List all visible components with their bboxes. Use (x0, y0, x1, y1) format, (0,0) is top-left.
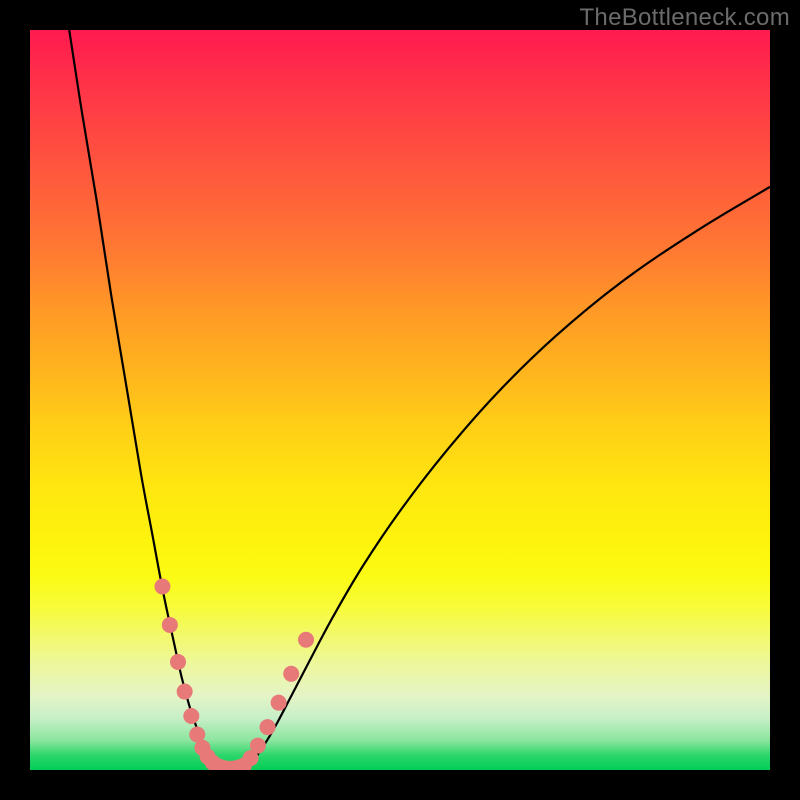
chart-svg (30, 30, 770, 770)
bead (271, 695, 287, 711)
watermark-text: TheBottleneck.com (579, 4, 790, 32)
bead (260, 719, 276, 735)
bead (183, 708, 199, 724)
bead (154, 578, 170, 594)
bead (162, 617, 178, 633)
bead (298, 632, 314, 648)
bead (170, 654, 186, 670)
bead (177, 684, 193, 700)
chart-frame: TheBottleneck.com (0, 0, 800, 800)
right-curve-path (242, 187, 770, 769)
left-curve-path (69, 30, 220, 769)
beads-group (154, 578, 314, 770)
plot-area (30, 30, 770, 770)
bead (283, 666, 299, 682)
bead (250, 738, 266, 754)
